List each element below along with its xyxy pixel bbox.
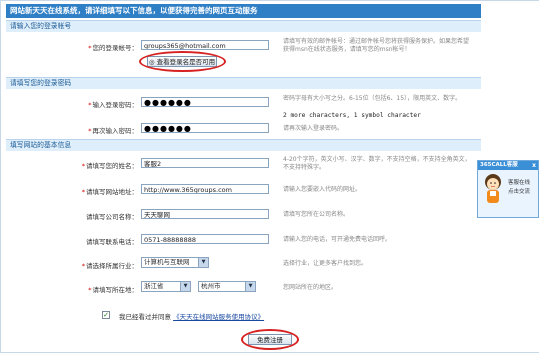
registration-frame: 网站新天天在线系统，请详细填写以下信息，以便获得完善的网页互动服务 请输入您的登…: [0, 0, 539, 353]
location-label: *请填写所在地：: [88, 286, 138, 294]
phone-input[interactable]: 0571-88888888: [141, 234, 269, 244]
password-confirm-label: *再次输入密码：: [88, 127, 138, 135]
highlight-oval: [139, 51, 226, 72]
phone-hint: 请输入您的电话，可开通免费电话回呼。: [283, 236, 392, 243]
login-input[interactable]: groups365@hotmail.com: [141, 40, 269, 50]
required-star-icon: *: [88, 286, 92, 294]
password-strength-hint: 2 more characters, 1 symbol character: [283, 112, 421, 119]
customer-service-widget[interactable]: 365CALL客服 x 客服在线 点击交流: [477, 160, 539, 218]
required-star-icon: *: [81, 188, 85, 196]
section-website: 填写网站的基本信息: [6, 139, 481, 151]
name-input[interactable]: 客服2: [141, 158, 269, 168]
industry-label: *请选择所属行业：: [81, 262, 138, 270]
section-password: 请填写您的登录密码: [6, 77, 481, 89]
password-label: *输入登录密码：: [88, 101, 138, 109]
company-hint: 请填写您所在公司名称。: [283, 211, 350, 218]
highlight-oval: [241, 329, 299, 350]
chevron-down-icon: ▼: [245, 282, 255, 291]
chevron-down-icon: ▼: [180, 282, 190, 291]
agreement-link[interactable]: 《天天在线网站服务使用协议》: [173, 313, 264, 321]
page-title: 网站新天天在线系统，请详细填写以下信息，以便获得完善的网页互动服务: [6, 4, 481, 18]
required-star-icon: *: [88, 127, 92, 135]
section-account: 请输入您的登录帐号: [6, 20, 481, 32]
password-hint: 密码字母有大小写之分。6-15位（包括6、15），限用英文、数字。: [283, 95, 462, 102]
cs-header: 365CALL客服 x: [478, 161, 538, 170]
password-confirm-hint: 请再次输入登录密码。: [283, 125, 344, 132]
password-confirm-input[interactable]: ●●●●●●: [141, 123, 269, 133]
required-star-icon: *: [88, 101, 92, 109]
agree-text: 我已经看过并同意 《天天在线网站服务使用协议》: [119, 313, 265, 321]
name-hint: 4-20个字符，英文小写、汉字、数字，不支持空格，不支持全角英文，不支持特殊字。: [283, 156, 471, 171]
agree-checkbox[interactable]: ✓: [102, 311, 110, 319]
url-label: *请填写网站地址：: [81, 188, 138, 196]
company-input[interactable]: 天天聊网: [141, 209, 269, 219]
agent-avatar-icon: [485, 174, 501, 203]
location-hint: 您网站所在的地区。: [283, 284, 338, 291]
url-input[interactable]: http://www.365groups.com: [141, 184, 269, 194]
url-hint: 请输入您要嵌入代码的网址。: [283, 186, 362, 193]
province-select[interactable]: 浙江省 ▼: [141, 281, 191, 292]
close-icon[interactable]: x: [532, 161, 536, 170]
login-label: *您的登录帐号：: [88, 44, 138, 52]
industry-hint: 选择行业，让更多客户找到您。: [283, 260, 368, 267]
phone-label: 请填写联系电话：: [86, 238, 138, 246]
required-star-icon: *: [81, 262, 85, 270]
city-select[interactable]: 杭州市 ▼: [198, 281, 256, 292]
name-label: *请填写您的姓名：: [81, 162, 138, 170]
password-input[interactable]: ●●●●●●: [141, 97, 269, 107]
cs-line-online: 客服在线: [508, 180, 531, 186]
required-star-icon: *: [81, 162, 85, 170]
industry-select[interactable]: 计算机与互联网 ▼: [141, 257, 209, 268]
chevron-down-icon: ▼: [198, 258, 208, 267]
company-label: 请填写公司名称：: [86, 213, 138, 221]
cs-text: 客服在线 点击交流: [508, 179, 530, 197]
login-hint: 请填写有效的邮件帐号：通过邮件帐号您将获得服务保护。如果您希望获得msn在线状态…: [283, 38, 470, 53]
required-star-icon: *: [88, 44, 92, 52]
cs-line-chat: 点击交流: [508, 189, 531, 195]
